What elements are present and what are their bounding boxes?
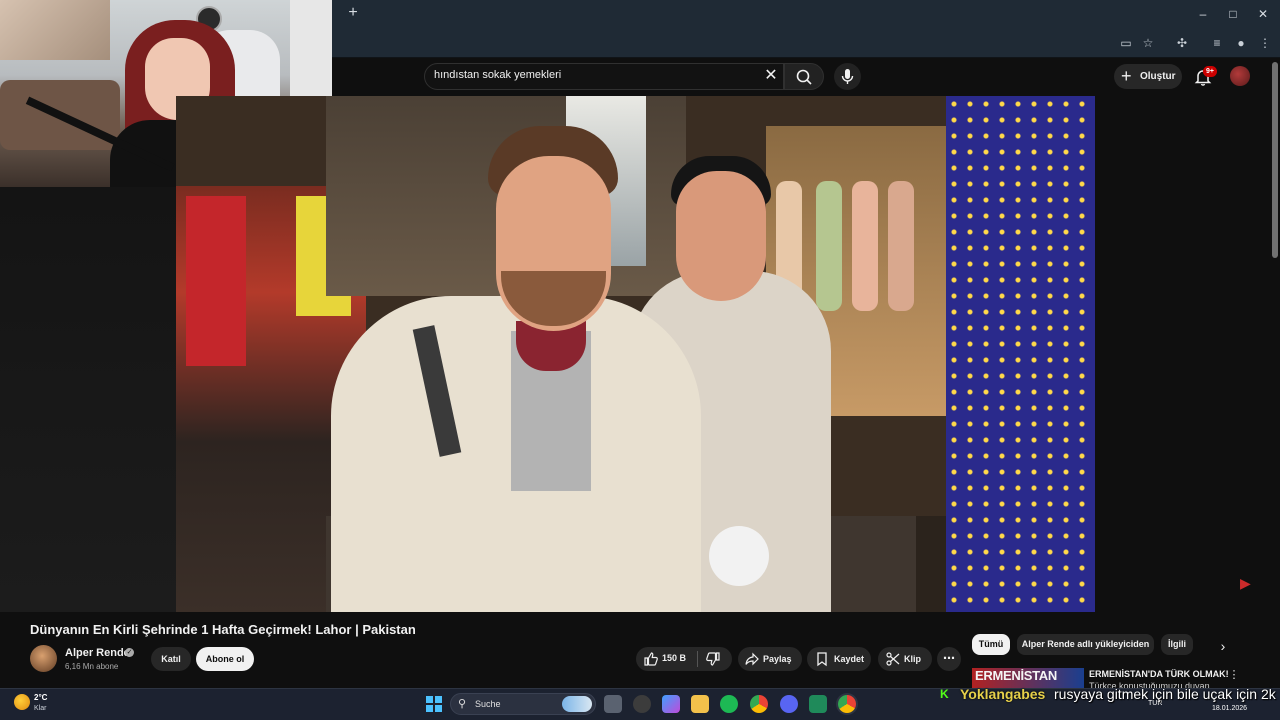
notification-badge: 9+ [1203,66,1217,77]
flag-icon: ▶ [1240,575,1251,591]
windows-start-button[interactable] [426,696,442,712]
join-button[interactable]: Katıl [151,647,191,671]
media-controls-icon[interactable]: ≡ [1208,34,1226,52]
recommended-video-title[interactable]: ERMENİSTAN'DA TÜRK OLMAK! [1089,669,1229,679]
bookmark-star-icon[interactable]: ☆ [1139,34,1157,52]
chrome-active-icon[interactable] [838,695,856,713]
account-avatar[interactable] [1230,66,1250,86]
like-button[interactable] [643,651,659,667]
channel-name[interactable]: Alper Rende [65,647,130,659]
scissors-icon [885,651,901,667]
chip-related[interactable]: İlgili [1161,634,1193,655]
share-icon [744,651,760,667]
search-highlight-image [562,696,592,712]
weather-temperature: 2°C [34,693,48,702]
like-count: 150 B [662,653,687,663]
weather-sun-icon[interactable] [14,694,30,710]
chrome-icon[interactable] [750,695,768,713]
chat-username: Yoklangabes [960,686,1046,702]
minimize-button[interactable]: – [1188,4,1218,24]
task-view-icon[interactable] [604,695,622,713]
search-query-text: hındıstan sokak yemekleri [434,69,562,81]
thumbs-up-icon [644,652,658,666]
chip-from-uploader[interactable]: Alper Rende adlı yükleyiciden [1017,634,1154,655]
obs-icon[interactable] [633,695,651,713]
copilot-icon[interactable] [662,695,680,713]
weather-description: Klar [34,705,47,712]
plus-icon: + [1121,66,1132,86]
subscribe-button[interactable]: Abone ol [196,647,254,671]
cast-icon[interactable]: ▭ [1117,34,1135,52]
clear-search-icon[interactable]: ✕ [762,66,780,86]
taskbar-search-label: Suche [475,699,501,709]
video-title: Dünyanın En Kirli Şehrinde 1 Hafta Geçir… [30,622,416,637]
video-left-margin [0,187,176,612]
profile-icon[interactable]: ● [1232,34,1250,52]
browser-toolbar [332,28,1280,58]
subscriber-count: 6,16 Mn abone [65,662,119,671]
app-icon[interactable] [809,695,827,713]
file-explorer-icon[interactable] [691,695,709,713]
voice-search-button[interactable] [834,63,861,90]
taskbar-date[interactable]: 18.01.2026 [1212,705,1247,712]
dislike-button[interactable] [705,651,721,667]
search-icon: ⚲ [458,698,467,710]
browser-titlebar [332,0,1280,28]
browser-menu-icon[interactable]: ⋮ [1256,34,1274,52]
spotify-icon[interactable] [720,695,738,713]
chat-message: rusyaya gitmek için bile uçak için 2k [1054,686,1276,702]
search-button[interactable] [784,63,824,90]
bookmark-icon [814,651,830,667]
chevron-right-icon[interactable]: › [1213,636,1233,656]
microphone-icon [841,69,854,84]
kick-icon: K [940,687,949,701]
channel-avatar[interactable] [30,645,57,672]
maximize-button[interactable]: □ [1218,4,1248,24]
thumbnail-text: ERMENİSTAN [975,668,1057,683]
search-icon [796,69,812,85]
video-player[interactable] [176,96,1095,612]
recommendation-menu-icon[interactable]: ⋮ [1228,668,1240,684]
chip-all[interactable]: Tümü [972,634,1010,655]
like-divider [697,651,698,667]
thumbs-down-icon [706,652,720,666]
new-tab-button[interactable]: + [344,4,362,22]
verified-icon: ✓ [125,648,134,657]
close-window-button[interactable]: ✕ [1248,4,1278,24]
scrollbar-thumb[interactable] [1272,62,1278,258]
more-actions-button[interactable]: ⋯ [937,647,961,671]
discord-icon[interactable] [780,695,798,713]
extensions-icon[interactable]: ✣ [1173,34,1191,52]
